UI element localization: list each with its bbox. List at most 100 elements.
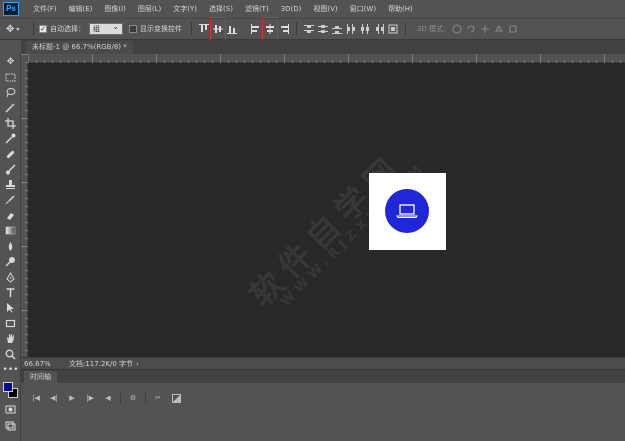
3d-orbit-icon — [452, 24, 462, 34]
menu-select[interactable]: 选择(S) — [203, 4, 239, 14]
next-frame-button[interactable]: |▶ — [81, 392, 99, 404]
transition-button[interactable] — [167, 392, 185, 404]
align-bottom-button[interactable] — [225, 21, 239, 37]
align-vertical-center-icon — [213, 25, 223, 33]
pen-tool[interactable] — [0, 269, 21, 284]
align-top-icon — [199, 24, 209, 32]
align-horizontal-center-button[interactable] — [262, 17, 278, 41]
document-tab[interactable]: 未标题-1 @ 66.7%(RGB/8) * — [26, 41, 133, 54]
menu-type[interactable]: 文字(Y) — [167, 4, 203, 14]
screen-mode-button[interactable] — [0, 418, 21, 433]
show-transform-checkbox[interactable] — [129, 25, 137, 33]
move-tool-preset[interactable]: ✥ ▾ — [6, 21, 28, 37]
align-vertical-center-button[interactable] — [210, 17, 226, 41]
gradient-tool[interactable] — [0, 223, 21, 238]
3d-pan-button[interactable] — [478, 21, 492, 37]
menu-file[interactable]: 文件(F) — [27, 4, 63, 14]
options-bar: ✥▾ ✓ 自动选择： 组 显示变换控件 — [0, 17, 625, 41]
menu-edit[interactable]: 编辑(E) — [63, 4, 99, 14]
color-swatches — [3, 382, 19, 400]
play-icon: ▶ — [69, 394, 75, 402]
horizontal-ruler[interactable] — [28, 54, 625, 63]
auto-select-checkbox[interactable]: ✓ — [39, 25, 47, 33]
speaker-icon: ◀ — [105, 394, 111, 402]
align-top-button[interactable] — [197, 21, 211, 37]
zoom-level[interactable]: 66.67% — [21, 360, 61, 368]
hand-tool[interactable] — [0, 331, 21, 346]
path-selection-tool[interactable] — [0, 300, 21, 315]
next-frame-icon: |▶ — [86, 394, 94, 402]
eyedropper-tool[interactable] — [0, 131, 21, 146]
document-info[interactable]: 文档:117.2K/0 字节 — [69, 359, 133, 369]
healing-brush-tool[interactable] — [0, 146, 21, 161]
menu-3d[interactable]: 3D(D) — [275, 5, 308, 13]
lasso-tool[interactable] — [0, 85, 21, 100]
divider — [191, 22, 192, 36]
align-right-button[interactable] — [277, 21, 291, 37]
audio-button[interactable]: ◀ — [99, 392, 117, 404]
dodge-tool[interactable] — [0, 254, 21, 269]
distribute-horizontal-center-icon — [361, 24, 369, 34]
blur-tool[interactable] — [0, 239, 21, 254]
timeline-panel-header: 时间轴 — [21, 369, 625, 384]
magic-wand-icon — [5, 103, 15, 113]
gradient-icon — [5, 227, 16, 235]
menu-filter[interactable]: 滤镜(T) — [239, 4, 275, 14]
3d-scale-icon — [509, 25, 517, 33]
previous-frame-button[interactable]: ◀| — [45, 392, 63, 404]
magic-wand-tool[interactable] — [0, 100, 21, 115]
3d-pan-icon — [481, 25, 490, 33]
document-canvas[interactable] — [369, 173, 446, 250]
menu-window[interactable]: 窗口(W) — [344, 4, 382, 14]
auto-select-target-dropdown[interactable]: 组 — [89, 22, 123, 35]
menu-help[interactable]: 帮助(H) — [382, 4, 419, 14]
quick-mask-button[interactable] — [0, 402, 21, 417]
menu-layer[interactable]: 图层(L) — [132, 4, 167, 14]
settings-button[interactable]: ⚙ — [124, 392, 142, 404]
canvas-workspace[interactable]: 软件自学网 WWW.RJZXW.COM — [28, 63, 625, 357]
rectangle-tool[interactable] — [0, 316, 21, 331]
clone-stamp-icon — [6, 180, 15, 190]
crop-tool[interactable] — [0, 116, 21, 131]
auto-align-layers-button[interactable] — [386, 21, 400, 37]
3d-scale-button[interactable] — [506, 21, 520, 37]
blue-circle-layer[interactable] — [385, 189, 429, 233]
vertical-ruler[interactable] — [21, 54, 28, 357]
marquee-tool[interactable] — [0, 69, 21, 84]
foreground-color-swatch[interactable] — [3, 382, 13, 392]
type-tool[interactable] — [0, 285, 21, 300]
history-brush-tool[interactable] — [0, 193, 21, 208]
distribute-left-button[interactable] — [344, 21, 358, 37]
previous-frame-icon: ◀| — [50, 394, 58, 402]
3d-roll-button[interactable] — [464, 21, 478, 37]
chevron-right-icon[interactable]: › — [136, 360, 139, 368]
distribute-horizontal-center-button[interactable] — [358, 21, 372, 37]
history-brush-icon — [5, 195, 15, 204]
vertical-ruler-ticks — [21, 54, 28, 351]
move-tool[interactable]: ✥ — [0, 54, 21, 69]
brush-tool[interactable] — [0, 162, 21, 177]
timeline-controls: |◀ ◀| ▶ |▶ ◀ ⚙ ✂ — [27, 392, 185, 404]
go-to-first-frame-button[interactable]: |◀ — [27, 392, 45, 404]
3d-slide-button[interactable] — [492, 21, 506, 37]
more-tools-button[interactable]: ••• — [0, 362, 21, 377]
healing-brush-icon — [6, 150, 15, 158]
distribute-top-button[interactable] — [302, 21, 316, 37]
menu-image[interactable]: 图像(I) — [98, 4, 132, 14]
distribute-bottom-button[interactable] — [330, 21, 344, 37]
align-left-button[interactable] — [249, 21, 263, 37]
blur-icon — [8, 241, 13, 251]
align-bottom-icon — [227, 26, 237, 34]
eraser-tool[interactable] — [0, 208, 21, 223]
distribute-right-button[interactable] — [372, 21, 386, 37]
zoom-tool[interactable] — [0, 346, 21, 361]
distribute-left-icon — [347, 24, 355, 34]
more-icon: ••• — [2, 364, 19, 375]
split-at-playhead-button[interactable]: ✂ — [149, 392, 167, 404]
lasso-icon — [6, 87, 16, 98]
menu-view[interactable]: 视图(V) — [307, 4, 343, 14]
distribute-vertical-center-button[interactable] — [316, 21, 330, 37]
3d-orbit-button[interactable] — [450, 21, 464, 37]
play-button[interactable]: ▶ — [63, 392, 81, 404]
clone-stamp-tool[interactable] — [0, 177, 21, 192]
